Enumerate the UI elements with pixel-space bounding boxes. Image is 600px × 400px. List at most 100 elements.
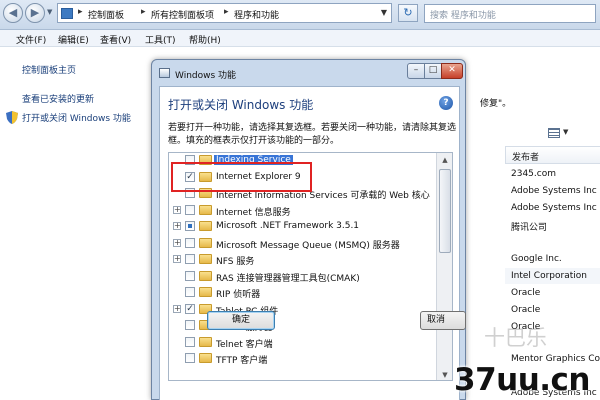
view-options-icon[interactable] <box>548 128 560 138</box>
ok-button[interactable]: 确定 <box>207 311 275 330</box>
close-icon: ✕ <box>448 65 456 75</box>
feature-checkbox[interactable] <box>185 320 195 330</box>
publisher-cell[interactable]: Adobe Systems Inc <box>511 203 597 213</box>
dialog-title: Windows 功能 <box>175 71 237 81</box>
link-windows-features[interactable]: 打开或关闭 Windows 功能 <box>22 111 131 124</box>
feature-row[interactable]: Telnet 客户端 <box>169 334 435 350</box>
publisher-cell[interactable]: Oracle <box>511 305 540 315</box>
address-bar: ◀ ▶ ▼ ▸ 控制面板 ▸ 所有控制面板项 ▸ 程序和功能 ▼ ↻ 搜索 程序… <box>0 0 600 30</box>
breadcrumb-chevron-icon[interactable]: ▸ <box>141 7 146 17</box>
expand-icon[interactable]: + <box>173 255 181 263</box>
feature-checkbox[interactable] <box>185 287 195 297</box>
feature-row[interactable]: RIP 侦听器 <box>169 284 435 300</box>
annotation-highlight-box <box>171 162 312 192</box>
feature-row[interactable]: RAS 连接管理器管理工具包(CMAK) <box>169 268 435 284</box>
address-field[interactable]: ▸ 控制面板 ▸ 所有控制面板项 ▸ 程序和功能 ▼ <box>57 3 392 23</box>
link-installed-updates[interactable]: 查看已安装的更新 <box>22 92 94 105</box>
breadcrumb-chevron-icon[interactable]: ▸ <box>78 7 83 17</box>
search-input[interactable]: 搜索 程序和功能 <box>424 4 596 23</box>
feature-row[interactable]: + Microsoft Message Queue (MSMQ) 服务器 <box>169 235 435 251</box>
back-button[interactable]: ◀ <box>3 3 23 23</box>
publisher-cell[interactable]: Oracle <box>511 288 540 298</box>
maximize-button[interactable]: □ <box>424 63 442 79</box>
expand-icon[interactable]: + <box>173 222 181 230</box>
breadcrumb-chevron-icon[interactable]: ▸ <box>224 7 229 17</box>
feature-checkbox[interactable] <box>185 336 195 347</box>
folder-icon <box>199 254 212 264</box>
feature-checkbox[interactable] <box>185 270 195 281</box>
feature-checkbox[interactable] <box>185 204 195 215</box>
help-icon[interactable]: ? <box>439 96 453 110</box>
feature-row[interactable]: + Microsoft .NET Framework 3.5.1 <box>169 218 435 234</box>
forward-button[interactable]: ▶ <box>25 3 45 23</box>
folder-icon <box>199 237 212 248</box>
folder-icon <box>199 353 212 363</box>
feature-checkbox[interactable] <box>185 221 195 231</box>
refresh-icon: ↻ <box>403 6 413 19</box>
control-panel-icon <box>61 8 73 19</box>
menu-help[interactable]: 帮助(H) <box>189 33 221 46</box>
forward-arrow-icon: ▶ <box>30 6 40 19</box>
menu-file[interactable]: 文件(F) <box>16 33 46 46</box>
feature-label: Microsoft .NET Framework 3.5.1 <box>216 221 360 231</box>
expand-icon[interactable]: + <box>173 304 181 313</box>
expand-icon[interactable]: + <box>173 238 181 247</box>
view-dropdown-icon[interactable]: ▼ <box>563 128 568 136</box>
menu-edit[interactable]: 编辑(E) <box>58 33 89 46</box>
close-button[interactable]: ✕ <box>441 63 463 79</box>
address-dropdown-icon[interactable]: ▼ <box>381 8 387 17</box>
minimize-button[interactable]: – <box>407 63 425 79</box>
feature-checkbox[interactable] <box>185 237 195 248</box>
feature-label: TFTP 客户端 <box>216 356 268 366</box>
feature-checkbox[interactable] <box>185 254 195 264</box>
feature-checkbox[interactable]: ✓ <box>185 303 195 314</box>
link-control-panel-home[interactable]: 控制面板主页 <box>22 63 76 76</box>
back-arrow-icon: ◀ <box>8 6 18 19</box>
tree-scrollbar[interactable]: ▲ ▼ <box>436 153 452 380</box>
feature-label: Microsoft Message Queue (MSMQ) 服务器 <box>216 240 400 251</box>
window-icon <box>159 68 170 78</box>
scroll-down-arrow-icon[interactable]: ▼ <box>437 368 452 380</box>
scroll-up-arrow-icon[interactable]: ▲ <box>437 153 452 167</box>
maximize-icon: □ <box>428 65 438 75</box>
feature-checkbox[interactable] <box>185 353 195 363</box>
menu-tools[interactable]: 工具(T) <box>145 33 176 46</box>
folder-icon <box>199 287 212 297</box>
watermark-text: 37uu.cn <box>454 362 591 398</box>
feature-label: Telnet 客户端 <box>216 339 273 350</box>
breadcrumb-programs-features[interactable]: 程序和功能 <box>234 8 279 21</box>
windows-features-dialog: Windows 功能 – □ ✕ 打开或关闭 Windows 功能 ? 若要打开… <box>151 59 466 400</box>
menu-view[interactable]: 查看(V) <box>100 33 131 46</box>
publisher-cell[interactable]: 2345.com <box>511 169 556 179</box>
dialog-heading: 打开或关闭 Windows 功能 <box>168 98 314 112</box>
watermark-faint: 十巴乐 <box>484 326 547 350</box>
folder-icon <box>199 221 212 231</box>
folder-icon <box>199 204 212 215</box>
column-header-publisher[interactable]: 发布者 <box>505 146 600 164</box>
feature-label: RIP 侦听器 <box>216 290 261 300</box>
recent-pages-dropdown-icon[interactable]: ▼ <box>47 8 52 16</box>
dialog-content: 打开或关闭 Windows 功能 ? 若要打开一种功能，请选择其复选框。若要关闭… <box>159 86 460 400</box>
publisher-cell[interactable]: Adobe Systems Inc <box>511 186 597 196</box>
feature-row[interactable]: TFTP 客户端 <box>169 350 435 366</box>
folder-icon <box>199 270 212 281</box>
feature-row[interactable]: + Internet 信息服务 <box>169 202 435 218</box>
scroll-thumb[interactable] <box>439 169 451 253</box>
publisher-cell[interactable]: 腾讯公司 <box>511 220 547 233</box>
expand-icon[interactable]: + <box>173 205 181 214</box>
breadcrumb-all-items[interactable]: 所有控制面板项 <box>151 8 214 21</box>
menu-bar: 文件(F) 编辑(E) 查看(V) 工具(T) 帮助(H) <box>0 30 600 47</box>
feature-row[interactable]: + NFS 服务 <box>169 251 435 267</box>
minimize-icon: – <box>413 65 419 75</box>
left-pane: 控制面板主页 查看已安装的更新 打开或关闭 Windows 功能 <box>0 48 150 400</box>
publisher-cell[interactable]: Google Inc. <box>511 254 562 264</box>
feature-label: Internet 信息服务 <box>216 207 291 218</box>
folder-icon <box>199 336 212 347</box>
feature-label: NFS 服务 <box>216 257 255 267</box>
shield-icon <box>6 111 18 124</box>
breadcrumb-control-panel[interactable]: 控制面板 <box>88 8 124 21</box>
instruction-text-fragment: 修复"。 <box>480 99 512 109</box>
refresh-button[interactable]: ↻ <box>398 4 418 22</box>
cancel-button[interactable]: 取消 <box>420 311 466 330</box>
publisher-cell[interactable]: Intel Corporation <box>511 271 587 281</box>
